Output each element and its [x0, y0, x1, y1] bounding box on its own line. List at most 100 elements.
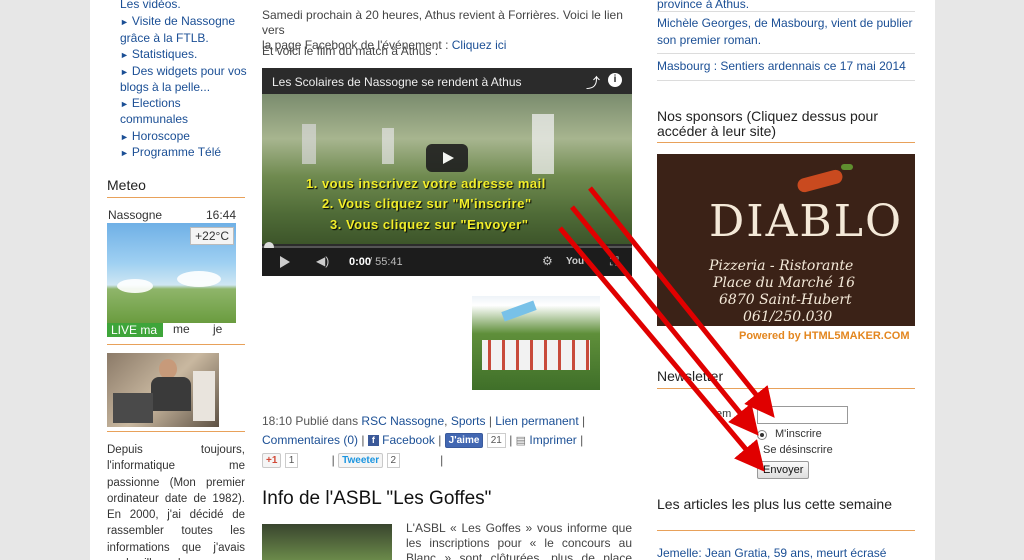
weather-location: Nassogne	[108, 208, 163, 222]
triangle-right-icon: ►	[120, 17, 129, 27]
category-link-sports[interactable]: Sports	[451, 414, 486, 428]
send-button[interactable]: Envoyer	[757, 461, 810, 479]
print-icon: ▤	[515, 435, 527, 447]
triangle-right-icon: ►	[120, 50, 129, 60]
left-nav-item[interactable]: ► Statistiques.	[120, 46, 258, 63]
left-nav-label: communales	[120, 112, 189, 126]
news-item-2[interactable]: Michèle Georges, de Masbourg, vient de p…	[657, 15, 915, 49]
cloud-icon	[117, 279, 153, 293]
volume-icon[interactable]: ◀)	[316, 254, 329, 268]
tweet-button[interactable]: Tweeter	[338, 453, 384, 469]
instruction-1: 1. vous inscrivez votre adresse mail	[306, 176, 546, 191]
post-time: 18:10 Publié dans	[262, 414, 362, 428]
play-button[interactable]	[426, 144, 468, 172]
left-nav-label: Les vidéos.	[120, 0, 181, 11]
team-photo[interactable]	[472, 296, 600, 390]
film-intro: Et voici le film du match à Athus :	[262, 44, 439, 58]
email-field[interactable]	[757, 406, 848, 424]
post-meta: 18:10 Publié dans RSC Nassogne, Sports |…	[262, 412, 632, 470]
left-nav-item[interactable]: communales	[120, 111, 258, 127]
video-player[interactable]: Les Scolaires de Nassogne se rendent à A…	[262, 68, 632, 276]
unsubscribe-label[interactable]: Se désinscrire	[763, 444, 833, 456]
author-photo	[107, 353, 219, 427]
sponsor-banner[interactable]: DIABLO Pizzeria - Ristorante Place du Ma…	[657, 154, 915, 326]
facebook-icon: f	[367, 435, 379, 447]
left-nav-label: Elections	[131, 96, 181, 110]
top-articles-title: Les articles les plus lus cette semaine	[657, 496, 892, 512]
left-nav-item[interactable]: blogs à la pelle...	[120, 79, 258, 95]
comments-link[interactable]: Commentaires (0)	[262, 433, 358, 447]
fullscreen-icon[interactable]: ⛶	[610, 254, 618, 269]
triangle-right-icon: ►	[120, 99, 129, 109]
photo-rule	[107, 431, 245, 432]
tweet-count: 2	[386, 453, 401, 469]
top-articles-rule	[657, 530, 915, 531]
sponsor-name: DIABLO	[709, 196, 904, 247]
post-meta-line-2: Commentaires (0) | f Facebook | J'aime 2…	[262, 433, 584, 449]
time-total: / 55:41	[369, 256, 403, 268]
instruction-3: 3. Vous cliquez sur "Envoyer"	[330, 217, 529, 232]
left-nav-item[interactable]: ► Horoscope	[120, 128, 258, 145]
left-nav-item[interactable]: ► Programme Télé	[120, 144, 258, 161]
permalink-link[interactable]: Lien permanent	[495, 414, 578, 428]
left-nav-item[interactable]: Les vidéos.	[120, 0, 258, 12]
meteo-bottom-rule	[107, 344, 245, 345]
chili-stem-icon	[841, 164, 853, 170]
instruction-2: 2. Vous cliquez sur "M'inscrire"	[322, 196, 532, 211]
sponsors-rule	[657, 142, 915, 143]
info-icon[interactable]: i	[608, 73, 622, 87]
fb-like-button[interactable]: J'aime	[444, 433, 484, 449]
left-nav-label: Horoscope	[131, 129, 190, 143]
print-link[interactable]: Imprimer	[529, 433, 576, 447]
tab-je[interactable]: je	[213, 322, 222, 336]
left-nav-item[interactable]: ► Des widgets pour vos	[120, 63, 258, 80]
subscribe-label[interactable]: M'inscrire	[775, 428, 822, 440]
top-article-1[interactable]: Jemelle: Jean Gratia, 59 ans, meurt écra…	[657, 545, 915, 560]
triangle-right-icon: ►	[120, 67, 129, 77]
facebook-share-link[interactable]: Facebook	[382, 433, 435, 447]
sponsor-line-3: 6870 Saint-Hubert	[719, 292, 852, 308]
left-nav-label: Programme Télé	[131, 145, 222, 159]
powered-by[interactable]: Powered by HTML5MAKER.COM	[739, 330, 910, 342]
sponsor-line-4: 061/250.030	[743, 309, 833, 325]
sponsor-line-2: Place du Marché 16	[713, 275, 856, 291]
left-nav-label: Visite de Nassogne	[131, 14, 236, 28]
left-nav-item[interactable]: ► Elections	[120, 95, 258, 112]
youtube-logo[interactable]: You	[566, 256, 584, 267]
subscribe-radio[interactable]	[757, 430, 767, 440]
news-item-3[interactable]: Masbourg : Sentiers ardennais ce 17 mai …	[657, 58, 915, 75]
settings-icon[interactable]: ⚙	[542, 254, 553, 268]
goffes-image[interactable]	[262, 524, 392, 560]
video-title[interactable]: Les Scolaires de Nassogne se rendent à A…	[272, 75, 522, 89]
left-nav-label: Des widgets pour vos	[131, 64, 247, 78]
play-small-icon[interactable]	[280, 256, 290, 268]
email-label: em	[716, 408, 732, 420]
weather-widget[interactable]: Nassogne 16:44 +22°C LIVE ma me je	[107, 207, 236, 337]
newsletter-title: Newsletter	[657, 368, 724, 384]
gplus-button[interactable]: +1	[262, 453, 282, 469]
page: Les vidéos. ► Visite de Nassogne grâce à la…	[90, 0, 935, 560]
left-nav-label: grâce à la FTLB.	[120, 31, 209, 45]
left-nav-item[interactable]: grâce à la FTLB.	[120, 30, 258, 46]
cloud-icon	[177, 271, 221, 287]
triangle-right-icon: ►	[120, 148, 129, 158]
tab-me[interactable]: me	[173, 322, 190, 336]
news-separator	[657, 80, 915, 81]
meteo-rule	[107, 197, 245, 198]
share-icon[interactable]: ⤴	[586, 73, 600, 93]
sponsors-title: Nos sponsors (Cliquez dessus pour accéde…	[657, 108, 878, 139]
category-link-rsc[interactable]: RSC Nassogne	[361, 414, 444, 428]
triangle-right-icon: ►	[120, 132, 129, 142]
left-nav-item[interactable]: ► Visite de Nassogne	[120, 13, 258, 30]
fb-like-count: 21	[486, 433, 506, 449]
meteo-title: Meteo	[107, 177, 146, 193]
tab-live[interactable]: LIVE ma	[107, 323, 163, 337]
facebook-event-link[interactable]: Cliquez ici	[452, 38, 507, 52]
left-nav-label: Statistiques.	[131, 47, 198, 61]
intro-line-1: Samedi prochain à 20 heures, Athus revie…	[262, 8, 623, 37]
goffes-title[interactable]: Info de l'ASBL "Les Goffes"	[262, 488, 491, 510]
time-current: 0:00	[349, 256, 372, 268]
news-separator	[657, 11, 915, 12]
left-nav-label: blogs à la pelle...	[120, 80, 211, 94]
sponsor-line-1: Pizzeria - Ristorante	[709, 258, 854, 274]
